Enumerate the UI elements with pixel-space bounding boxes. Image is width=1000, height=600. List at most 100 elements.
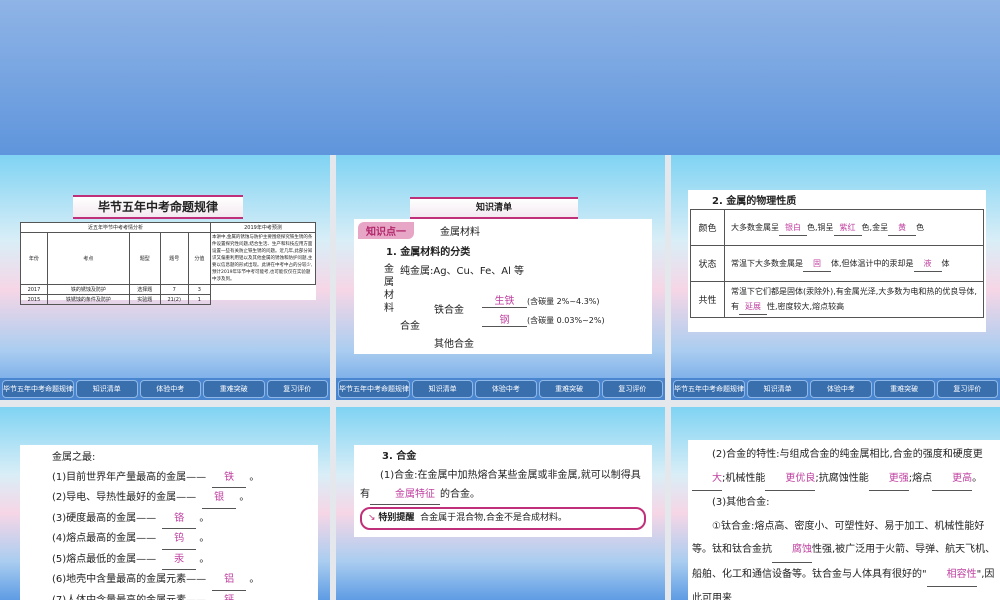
- answer: 更高: [932, 467, 973, 491]
- answer: 生铁: [482, 292, 527, 308]
- slide-title: 知识清单: [410, 197, 578, 219]
- answer: 固: [803, 256, 831, 272]
- text: 色,铜呈: [807, 222, 834, 232]
- answer: 铁: [212, 468, 247, 488]
- table-header: 2019年中考预测: [210, 222, 316, 233]
- list-item: (1)目前世界年产量最高的金属—— 铁 。: [52, 468, 318, 488]
- table-row: 2017 铁的锈蚀及防护 选择题 7 3: [20, 284, 316, 295]
- answer: 黄: [888, 220, 917, 236]
- nav-button[interactable]: 体验中考: [475, 380, 537, 398]
- answer: 相容性: [926, 563, 977, 587]
- item-text: (7)人体中含量最高的金属元素——: [52, 594, 207, 600]
- nav-bar: 毕节五年中考命题规律 知识清单 体验中考 重难突破 复习评价: [336, 378, 665, 400]
- answer: 金属特征: [370, 485, 440, 505]
- note: (含碳量 2%~4.3%): [527, 297, 600, 306]
- nav-button[interactable]: 体验中考: [139, 380, 201, 398]
- paragraph: (2)合金的特性:与组成合金的纯金属相比,合金的强度和硬度更大;机械性能 更优良;…: [692, 443, 996, 491]
- nav-button[interactable]: 知识清单: [747, 380, 809, 398]
- note: (含碳量 0.03%~2%): [527, 316, 605, 325]
- exam-table: 近五年毕节中考考情分析 2019年中考预测 年份 考点 题型 题号 分值 本讲中,金属的锈蚀…: [20, 222, 316, 305]
- content-box: 知识点一 金属材料 1. 金属材料的分类 金属材料 纯金属:Ag、Cu、Fe、A…: [354, 219, 652, 354]
- text: 色,金呈: [861, 222, 889, 232]
- slide-thumbnail-1[interactable]: 毕节五年中考命题规律 近五年毕节中考考情分析 2019年中考预测 年份 考点 题型 题号…: [0, 155, 330, 400]
- nav-button[interactable]: 毕节五年中考命题规律: [673, 380, 745, 398]
- text: 色: [916, 222, 925, 232]
- nav-bar: 毕节五年中考命题规律 知识清单 体验中考 重难突破 复习评价: [671, 378, 1000, 400]
- heading: 金属之最:: [52, 452, 96, 463]
- property-label: 颜色: [690, 209, 725, 246]
- answer: 银白: [779, 220, 807, 236]
- nav-button[interactable]: 毕节五年中考命题规律: [338, 380, 410, 398]
- other-alloy: 其他合金: [434, 339, 474, 350]
- answer: 紫红: [833, 220, 862, 236]
- text: ;抗腐蚀性能: [815, 472, 869, 484]
- property-text: 常温下大多数金属是固体,但体温计中的汞却是液体: [724, 245, 984, 282]
- nav-button[interactable]: 体验中考: [810, 380, 872, 398]
- text: 体,但体温计中的汞却是: [831, 258, 914, 268]
- slide-thumbnail-6[interactable]: (2)合金的特性:与组成合金的纯金属相比,合金的强度和硬度更大;机械性能 更优良;…: [671, 407, 1000, 600]
- answer: 汞: [162, 550, 197, 570]
- item-text: (1)目前世界年产量最高的金属——: [52, 471, 207, 483]
- answer: 更强: [868, 467, 909, 491]
- table-cell: 7: [159, 284, 189, 295]
- nav-button[interactable]: 重难突破: [203, 380, 265, 398]
- arrow-icon: ↘: [368, 513, 376, 523]
- tip-box: ↘ 特别提醒 合金属于混合物,合金不是合成材料。: [360, 507, 646, 530]
- answer: 腐蚀: [772, 538, 812, 563]
- alloy-label: 合金: [400, 321, 420, 332]
- answer: 钢: [482, 311, 527, 327]
- property-label: 共性: [690, 281, 725, 318]
- paragraph: ①钛合金:熔点高、密度小、可塑性好、易于加工、机械性能好等。钛和钛合金抗 腐蚀性强…: [692, 515, 996, 600]
- column-header: 考点: [46, 232, 130, 285]
- text: ;熔点: [908, 472, 933, 484]
- nav-button[interactable]: 复习评价: [266, 380, 328, 398]
- text: 体: [941, 258, 950, 268]
- content-box: (2)合金的特性:与组成合金的纯金属相比,合金的强度和硬度更大;机械性能 更优良;…: [688, 440, 1000, 600]
- list-item: (2)导电、导热性最好的金属—— 银 。: [52, 488, 318, 509]
- text: 。: [972, 472, 983, 484]
- nav-button[interactable]: 重难突破: [538, 380, 600, 398]
- prediction-text: 本讲中,金属的锈蚀与防护主要围绕探究铁生锈的条件设置探究性问题,结合生活、生产和…: [210, 232, 316, 285]
- item-text: (6)地壳中含量最高的金属元素——: [52, 574, 207, 585]
- item-text: (2)导电、导热性最好的金属——: [52, 492, 197, 503]
- property-text: 大多数金属呈 银白 色,铜呈 紫红 色,金呈黄色: [724, 209, 984, 246]
- table-header: 近五年毕节中考考情分析: [20, 222, 211, 233]
- list-item: (6)地壳中含量最高的金属元素—— 铝 。: [52, 570, 318, 591]
- nav-button[interactable]: 复习评价: [936, 380, 998, 398]
- slide-thumbnail-5[interactable]: 3. 合金 (1)合金:在金属中加热熔合某些金属或非金属,就可以制得具有 金属特征…: [336, 407, 665, 600]
- slide-thumbnail-2[interactable]: 知识清单 知识点一 金属材料 1. 金属材料的分类 金属材料 纯金属:Ag、Cu…: [336, 155, 665, 400]
- slide-thumbnail-3[interactable]: 2. 金属的物理性质 颜色 大多数金属呈 银白 色,铜呈 紫红 色,金呈黄色状态 常温下大多…: [671, 155, 1000, 400]
- table-cell: 3: [187, 284, 212, 295]
- answer: 铝: [212, 570, 247, 591]
- answer: 大: [692, 467, 722, 491]
- nav-button[interactable]: 知识清单: [76, 380, 138, 398]
- table-cell: 2015: [20, 294, 48, 305]
- tip-text: 合金属于混合物,合金不是合成材料。: [420, 513, 568, 523]
- pure-metal: 纯金属:Ag、Cu、Fe、Al 等: [400, 266, 525, 277]
- list-item: (3)硬度最高的金属—— 铬 。: [52, 509, 318, 529]
- answer: 液: [913, 256, 942, 272]
- answer: 铬: [162, 509, 197, 529]
- slide-thumbnail-4[interactable]: 金属之最: (1)目前世界年产量最高的金属—— 铁 。 (2)导电、导热性最好的金属…: [0, 407, 330, 600]
- text: 大多数金属呈: [731, 222, 779, 232]
- slide-title: 毕节五年中考命题规律: [73, 195, 243, 219]
- top-band: [0, 0, 1000, 155]
- table-cell: 21(2): [159, 294, 189, 305]
- property-row: 颜色 大多数金属呈 银白 色,铜呈 紫红 色,金呈黄色: [690, 209, 984, 246]
- heading: 1. 金属材料的分类: [386, 247, 471, 258]
- answer: 钨: [162, 529, 197, 550]
- answer: 钙: [212, 591, 246, 600]
- property-label: 状态: [690, 245, 725, 282]
- nav-button[interactable]: 毕节五年中考命题规律: [2, 380, 74, 398]
- item-text: (4)熔点最高的金属——: [52, 533, 157, 544]
- text: ;机械性能: [722, 472, 766, 484]
- content-box: 金属之最: (1)目前世界年产量最高的金属—— 铁 。 (2)导电、导热性最好的金属…: [20, 445, 318, 600]
- list-item: (4)熔点最高的金属—— 钨 。: [52, 529, 318, 550]
- text: (2)合金的特性:与组成合金的纯金属相比,合金的强度和硬度更: [712, 449, 983, 460]
- property-row: 状态 常温下大多数金属是固体,但体温计中的汞却是液体: [690, 245, 984, 282]
- nav-button[interactable]: 复习评价: [601, 380, 663, 398]
- nav-button[interactable]: 重难突破: [873, 380, 935, 398]
- nav-button[interactable]: 知识清单: [412, 380, 474, 398]
- root-label: 金属材料: [384, 264, 394, 314]
- table-cell: 1: [187, 294, 212, 305]
